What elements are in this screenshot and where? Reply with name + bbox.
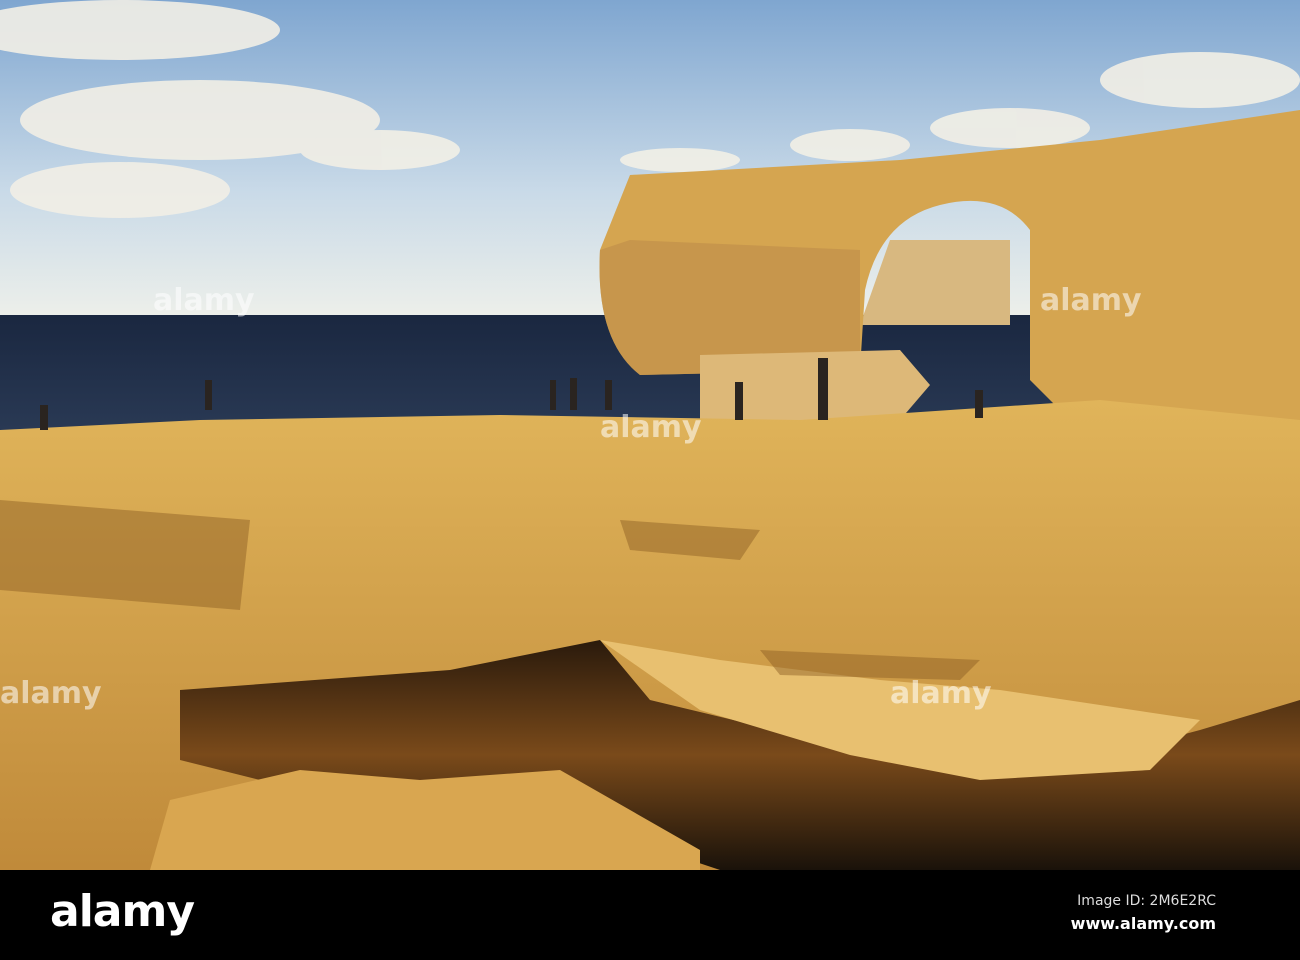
- watermark: alamy: [1040, 283, 1142, 318]
- website-link[interactable]: www.alamy.com: [1071, 914, 1216, 933]
- boulder: [700, 350, 930, 420]
- watermark: alamy: [0, 676, 102, 711]
- watermark: alamy: [890, 676, 992, 711]
- alamy-logo: alamy: [50, 886, 195, 937]
- image-id: Image ID: 2M6E2RC: [1077, 893, 1216, 909]
- watermark: alamy: [600, 410, 702, 445]
- watermark: alamy: [153, 283, 255, 318]
- stock-photo-frame: alamy alamy alamy alamy alamy alamy Imag…: [0, 0, 1300, 960]
